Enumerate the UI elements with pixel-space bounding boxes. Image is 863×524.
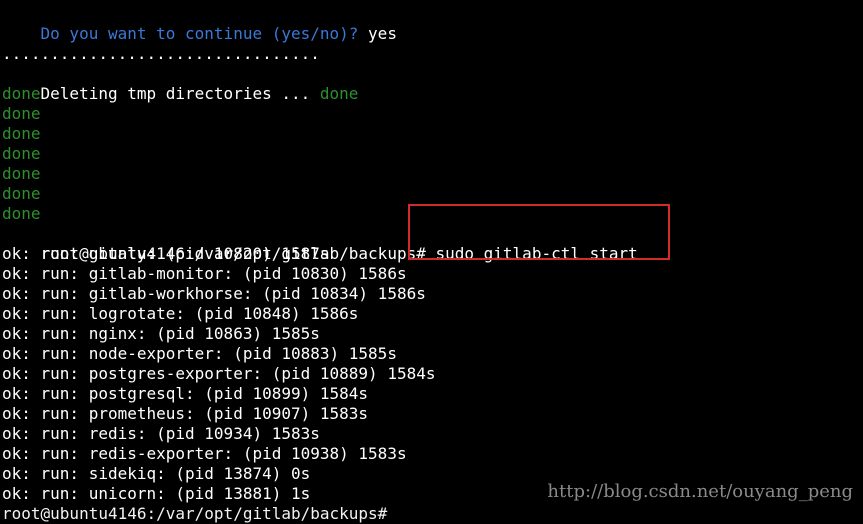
done-line-2: done [2,104,41,123]
done-line-3: done [2,124,41,143]
terminal-window[interactable]: Do you want to continue (yes/no)? yes ..… [2,4,863,523]
service-line-5: ok: run: nginx: (pid 10863) 1585s [2,324,320,343]
deleting-status: done [319,84,359,103]
service-line-4: ok: run: logrotate: (pid 10848) 1586s [2,304,359,323]
prompt-prefix: root@ubuntu4146:/var/opt/gitlab/backups# [40,244,436,263]
question-answer: yes [368,24,397,43]
command-prompt-line[interactable]: root@ubuntu4146:/var/opt/gitlab/backups#… [2,204,863,263]
service-line-6: ok: run: node-exporter: (pid 10883) 1585… [2,344,397,363]
service-line-9: ok: run: prometheus: (pid 10907) 1583s [2,404,369,423]
deleting-text: Deleting tmp directories ... [40,84,320,103]
done-line-5: done [2,164,41,183]
service-line-3: ok: run: gitlab-workhorse: (pid 10834) 1… [2,284,426,303]
question-line: Do you want to continue (yes/no)? yes [2,4,863,43]
deleting-line: Deleting tmp directories ... done [2,64,863,103]
service-line-2: ok: run: gitlab-monitor: (pid 10830) 158… [2,264,407,283]
service-line-7: ok: run: postgres-exporter: (pid 10889) … [2,364,436,383]
watermark-text: http://blog.csdn.net/ouyang_peng [547,481,853,502]
service-line-11: ok: run: redis-exporter: (pid 10938) 158… [2,444,407,463]
service-line-10: ok: run: redis: (pid 10934) 1583s [2,424,320,443]
done-line-7: done [2,204,41,223]
done-line-4: done [2,144,41,163]
question-text: Do you want to continue (yes/no)? [40,24,369,43]
service-line-8: ok: run: postgresql: (pid 10899) 1584s [2,384,369,403]
done-line-6: done [2,184,41,203]
prompt-command[interactable]: sudo gitlab-ctl start [435,244,637,263]
next-prompt[interactable]: root@ubuntu4146:/var/opt/gitlab/backups# [2,504,397,524]
progress-dots: ................................. [2,44,320,63]
